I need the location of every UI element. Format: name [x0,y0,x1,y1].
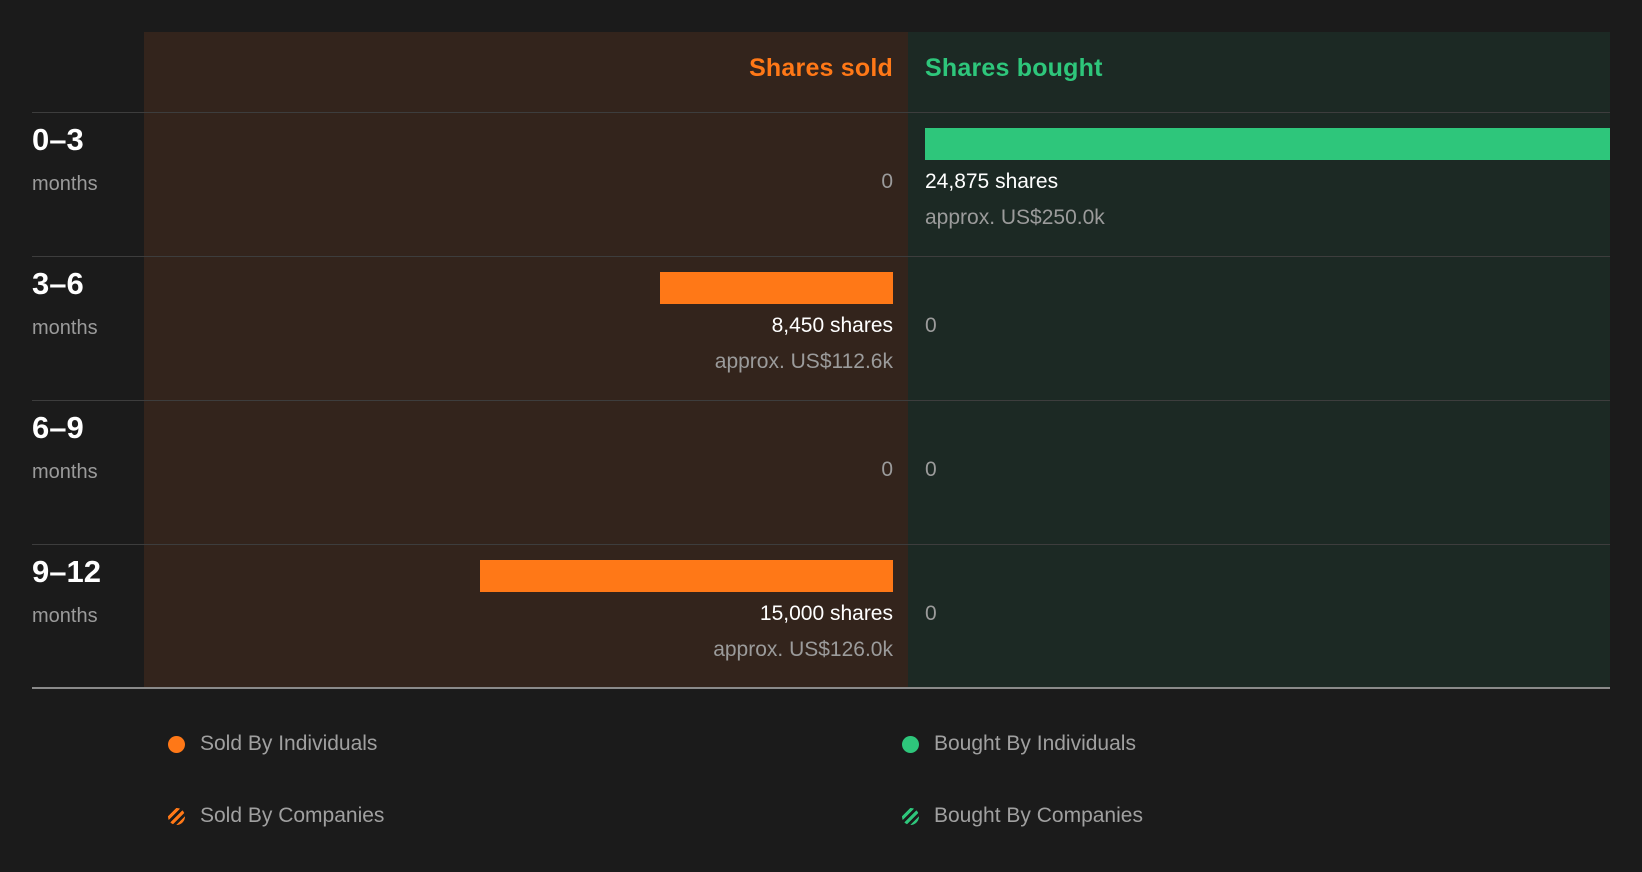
legend-marker-icon [902,807,919,825]
header-divider [32,112,1610,113]
chart-baseline [32,687,1610,689]
legend-bought-companies: Bought By Companies [902,804,1143,828]
bought-zero-label: 0 [925,602,937,625]
bought-shares-label: 24,875 shares [925,170,1059,193]
legend-marker-icon [168,735,185,753]
legend-sold-companies: Sold By Companies [168,804,384,828]
bought-value-label: approx. US$250.0k [925,206,1105,229]
legend-bought-individuals: Bought By Individuals [902,732,1136,756]
period-label: 0–3 [32,122,84,157]
sold-value-label: approx. US$112.6k [714,350,893,373]
sold-bar [479,560,893,592]
legend-label: Sold By Companies [200,804,385,827]
bought-zero-label: 0 [925,458,937,481]
legend-label: Bought By Individuals [934,732,1136,755]
period-unit-label: months [32,317,98,339]
row-divider [32,544,1610,545]
bought-zero-label: 0 [925,314,937,337]
sold-shares-label: 15,000 shares [759,602,893,625]
sold-bar [660,272,893,304]
period-label: 6–9 [32,410,84,445]
sold-value-label: approx. US$126.0k [713,638,893,661]
period-label: 3–6 [32,266,84,301]
insider-trading-chart: Shares sold Shares bought 0–3 months 0 24,8… [0,0,1642,872]
period-label: 9–12 [32,554,101,589]
shares-bought-header: Shares bought [925,54,1103,82]
row-divider [32,256,1610,257]
sold-shares-label: 8,450 shares [771,314,893,337]
sold-zero-label: 0 [881,458,893,481]
legend-marker-icon [902,735,919,753]
legend-label: Bought By Companies [934,804,1143,827]
period-unit-label: months [32,173,98,195]
period-unit-label: months [32,605,98,627]
legend-marker-icon [168,807,185,825]
row-divider [32,400,1610,401]
legend-label: Sold By Individuals [200,732,378,755]
shares-sold-header: Shares sold [749,54,893,82]
sold-zero-label: 0 [881,170,893,193]
period-unit-label: months [32,461,98,483]
legend-sold-individuals: Sold By Individuals [168,732,377,756]
bought-bar [925,128,1610,160]
